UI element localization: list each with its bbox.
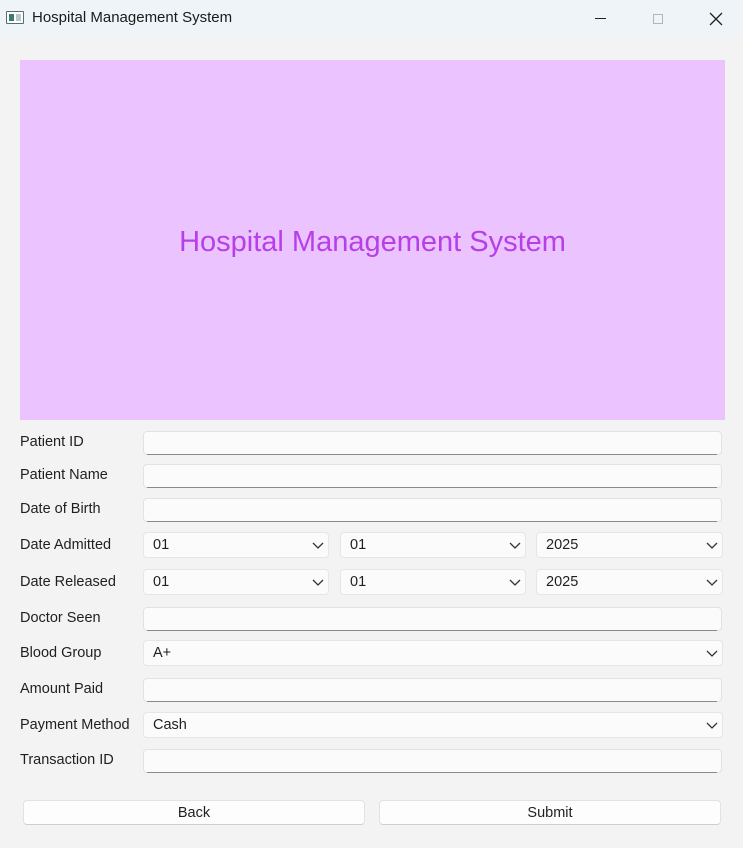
chevron-down-icon bbox=[706, 650, 718, 657]
date-released-month-select[interactable]: 01 bbox=[340, 569, 526, 595]
patient-id-field[interactable] bbox=[143, 431, 722, 455]
date-released-label: Date Released bbox=[20, 574, 116, 590]
payment-method-select[interactable]: Cash bbox=[143, 712, 723, 738]
date-admitted-month-value: 01 bbox=[350, 537, 367, 553]
minimize-button[interactable] bbox=[571, 0, 629, 37]
date-admitted-month-select[interactable]: 01 bbox=[340, 532, 526, 558]
chevron-down-icon bbox=[706, 722, 718, 729]
submit-button[interactable]: Submit bbox=[379, 800, 721, 825]
date-released-day-select[interactable]: 01 bbox=[143, 569, 329, 595]
payment-method-label: Payment Method bbox=[20, 717, 130, 733]
date-released-day-value: 01 bbox=[153, 574, 170, 590]
chevron-down-icon bbox=[706, 579, 718, 586]
doctor-seen-input[interactable] bbox=[144, 608, 721, 630]
dob-field[interactable] bbox=[143, 498, 722, 522]
amount-paid-label: Amount Paid bbox=[20, 681, 104, 697]
dob-input[interactable] bbox=[144, 499, 721, 521]
doctor-seen-field[interactable] bbox=[143, 607, 722, 631]
transaction-id-label: Transaction ID bbox=[20, 752, 114, 768]
chevron-down-icon bbox=[509, 542, 521, 549]
minimize-icon bbox=[594, 18, 606, 19]
date-admitted-label: Date Admitted bbox=[20, 537, 112, 553]
amount-paid-field[interactable] bbox=[143, 678, 722, 702]
back-button[interactable]: Back bbox=[23, 800, 365, 825]
date-admitted-day-select[interactable]: 01 bbox=[143, 532, 329, 558]
transaction-id-field[interactable] bbox=[143, 749, 722, 773]
date-released-year-select[interactable]: 2025 bbox=[536, 569, 723, 595]
blood-group-select[interactable]: A+ bbox=[143, 640, 723, 666]
chevron-down-icon bbox=[312, 542, 324, 549]
title-bar: Hospital Management System bbox=[0, 0, 743, 37]
doctor-seen-label: Doctor Seen bbox=[20, 610, 101, 626]
maximize-icon bbox=[653, 13, 663, 24]
date-admitted-day-value: 01 bbox=[153, 537, 170, 553]
close-icon bbox=[709, 12, 723, 25]
patient-id-label: Patient ID bbox=[20, 434, 84, 450]
maximize-button[interactable] bbox=[629, 0, 687, 37]
window-title: Hospital Management System bbox=[32, 9, 233, 26]
transaction-id-input[interactable] bbox=[144, 750, 721, 772]
date-admitted-year-select[interactable]: 2025 bbox=[536, 532, 723, 558]
chevron-down-icon bbox=[706, 542, 718, 549]
patient-name-input[interactable] bbox=[144, 465, 721, 487]
dob-label: Date of Birth bbox=[20, 501, 101, 517]
payment-method-value: Cash bbox=[153, 717, 187, 733]
app-icon bbox=[6, 11, 24, 24]
patient-name-field[interactable] bbox=[143, 464, 722, 488]
patient-name-label: Patient Name bbox=[20, 467, 108, 483]
header-banner: Hospital Management System bbox=[20, 60, 725, 420]
date-released-year-value: 2025 bbox=[546, 574, 579, 590]
blood-group-value: A+ bbox=[153, 645, 172, 661]
date-released-month-value: 01 bbox=[350, 574, 367, 590]
banner-title: Hospital Management System bbox=[179, 225, 566, 258]
date-admitted-year-value: 2025 bbox=[546, 537, 579, 553]
close-button[interactable] bbox=[687, 0, 743, 37]
chevron-down-icon bbox=[312, 579, 324, 586]
blood-group-label: Blood Group bbox=[20, 645, 102, 661]
chevron-down-icon bbox=[509, 579, 521, 586]
amount-paid-input[interactable] bbox=[144, 679, 721, 701]
patient-id-input[interactable] bbox=[144, 432, 721, 454]
